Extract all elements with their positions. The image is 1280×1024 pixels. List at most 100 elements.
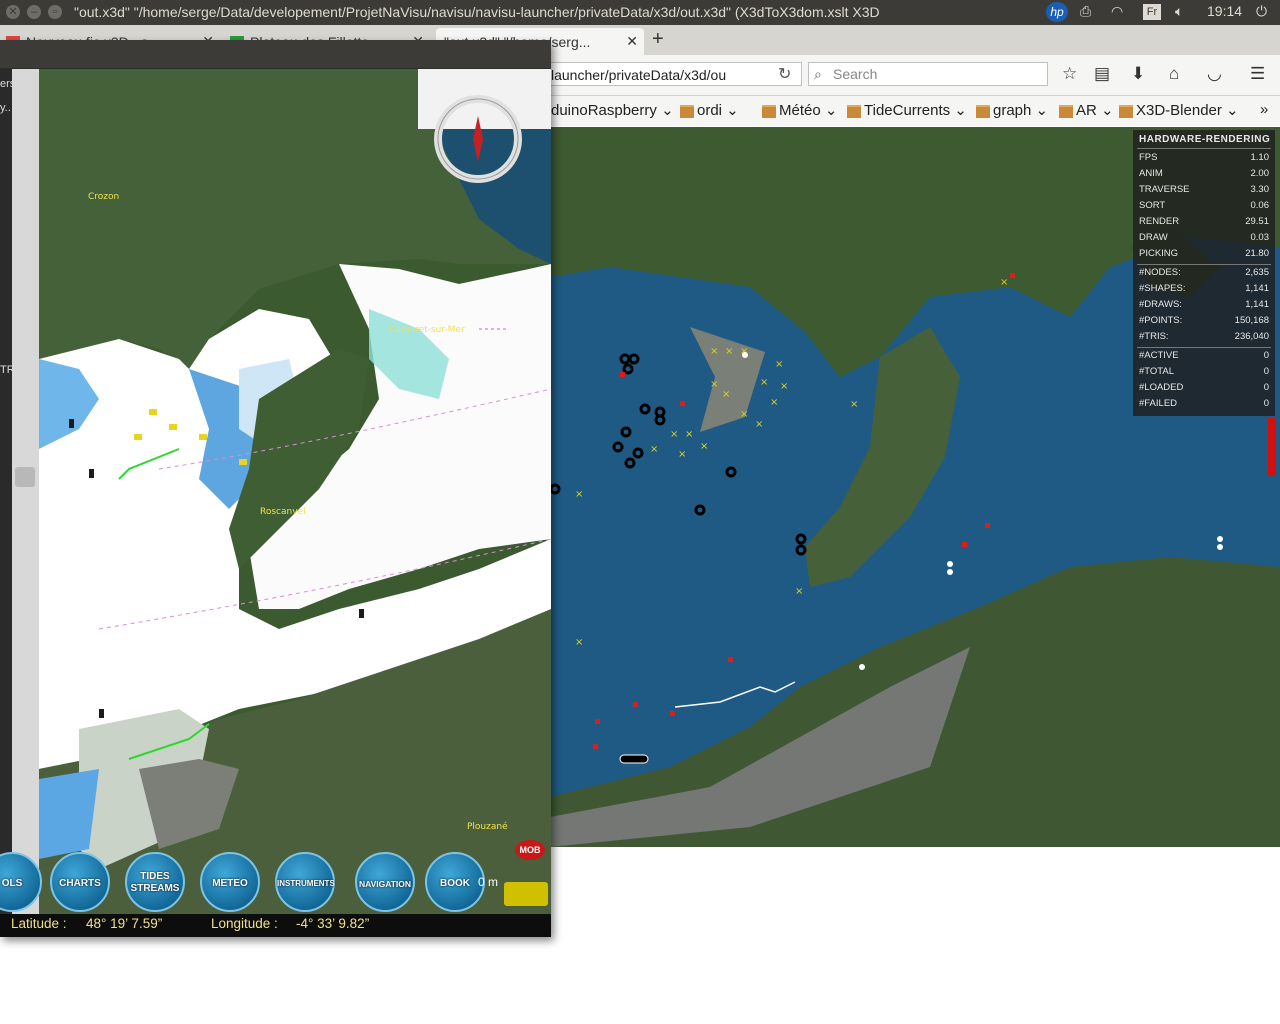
volume-icon[interactable]: 🔈︎ — [1175, 3, 1183, 20]
navisu-window: ers y.. TR Crozon Camaret-sur-Mer Roscan… — [0, 40, 551, 937]
search-icon: ⌕ — [814, 66, 822, 82]
stats-title: HARDWARE-RENDERING — [1139, 134, 1271, 145]
stat-row: TRAVERSE 3.30 — [1139, 184, 1269, 195]
svg-text:×: × — [775, 359, 783, 370]
svg-text:×: × — [700, 441, 708, 452]
settings-icon[interactable]: ⏻ — [1256, 3, 1267, 20]
bookmark-graph[interactable]: graph ⌄ — [976, 101, 1048, 119]
svg-text:×: × — [1000, 277, 1008, 288]
latitude-label: Latitude : — [11, 916, 67, 931]
minimize-window-icon[interactable]: – — [27, 5, 41, 19]
bookmark-duinoraspberry[interactable]: duinoRaspberry ⌄ — [551, 101, 674, 119]
chart-label-crozon: Crozon — [88, 192, 119, 202]
chart-label-camaret: Camaret-sur-Mer — [389, 325, 465, 335]
bookmark-ordi[interactable]: ordi ⌄ — [680, 101, 739, 119]
stat-row: #POINTS: 150,168 — [1139, 315, 1269, 326]
close-tab-icon[interactable]: ✕ — [626, 28, 638, 55]
keyboard-layout-indicator[interactable]: Fr — [1143, 4, 1161, 20]
menu-icon[interactable]: ☰ — [1250, 64, 1265, 84]
mob-label: MOB — [515, 840, 545, 860]
layers-icon[interactable] — [15, 467, 35, 487]
chart-label-plouzane: Plouzané — [467, 821, 508, 832]
nautical-chart: Crozon Camaret-sur-Mer Roscanvel Plouzan… — [39, 69, 551, 914]
stats-divider — [1137, 264, 1271, 265]
svg-text:×: × — [740, 409, 748, 420]
stats-divider — [1137, 148, 1271, 149]
navisu-title-bar[interactable] — [0, 40, 551, 68]
downloads-icon[interactable]: ⬇ — [1131, 64, 1145, 84]
meteo-button[interactable]: METEO — [200, 852, 260, 912]
scroll-indicator[interactable] — [1268, 418, 1276, 476]
stats-divider — [1137, 347, 1271, 348]
clock[interactable]: 19:14 — [1207, 3, 1242, 19]
bookmark-ar[interactable]: AR ⌄ — [1059, 101, 1114, 119]
url-bar[interactable]: launcher/privateData/x3d/ou — [540, 62, 802, 86]
mob-button[interactable]: MOB — [500, 840, 551, 910]
charts-button[interactable]: CHARTS — [50, 852, 110, 912]
new-tab-button[interactable]: + — [652, 28, 664, 51]
chart-label-roscanvel: Roscanvel — [260, 507, 306, 517]
stat-row: ANIM 2.00 — [1139, 168, 1269, 179]
stat-row: SORT 0.06 — [1139, 200, 1269, 211]
stat-row: #ACTIVE 0 — [1139, 350, 1269, 361]
hp-icon[interactable]: hp — [1046, 2, 1068, 22]
svg-text:×: × — [760, 377, 768, 388]
nautical-chart-view[interactable]: Crozon Camaret-sur-Mer Roscanvel Plouzan… — [39, 69, 551, 914]
stat-row: #FAILED 0 — [1139, 398, 1269, 409]
edge-text: y.. — [0, 102, 11, 114]
instruments-button[interactable]: INSTRUMENTS — [275, 852, 335, 912]
svg-text:×: × — [725, 346, 733, 357]
folder-icon — [976, 104, 990, 118]
svg-text:×: × — [770, 397, 778, 408]
search-input[interactable]: ⌕ Search — [808, 62, 1048, 86]
svg-text:×: × — [710, 379, 718, 390]
reload-icon[interactable]: ↻ — [778, 64, 791, 84]
pocket-icon[interactable]: ◡ — [1207, 64, 1222, 84]
svg-text:×: × — [575, 489, 583, 500]
folder-icon — [847, 104, 861, 118]
bookmark-meteo[interactable]: Météo ⌄ — [762, 101, 837, 119]
folder-icon — [1059, 104, 1073, 118]
svg-text:×: × — [710, 346, 718, 357]
svg-text:×: × — [685, 429, 693, 440]
bookmark-x3d-blender[interactable]: X3D-Blender ⌄ — [1119, 101, 1239, 119]
bookmark-tidecurrents[interactable]: TideCurrents ⌄ — [847, 101, 967, 119]
svg-text:×: × — [850, 399, 858, 410]
compass-icon[interactable] — [433, 94, 523, 184]
book-button[interactable]: BOOK — [425, 852, 485, 912]
stat-row: #TOTAL 0 — [1139, 366, 1269, 377]
latitude-value: 48° 19’ 7.59” — [86, 916, 163, 931]
folder-icon — [762, 104, 776, 118]
chart-side-rail[interactable] — [12, 69, 39, 914]
home-icon[interactable]: ⌂ — [1169, 64, 1179, 84]
navigation-button[interactable]: NAVIGATION — [355, 852, 415, 912]
longitude-label: Longitude : — [211, 916, 278, 931]
stat-row: FPS 1.10 — [1139, 152, 1269, 163]
longitude-value: -4° 33’ 9.82” — [296, 916, 370, 931]
stat-row: #NODES: 2,635 — [1139, 267, 1269, 278]
tides-streams-button[interactable]: TIDES STREAMS — [125, 852, 185, 912]
stat-row: #SHAPES: 1,141 — [1139, 283, 1269, 294]
reading-list-icon[interactable]: ▤ — [1094, 64, 1110, 84]
maximize-window-icon[interactable]: ▫ — [48, 5, 62, 19]
stat-row: #TRIS: 236,040 — [1139, 331, 1269, 342]
stat-row: PICKING 21.80 — [1139, 248, 1269, 259]
mob-box — [504, 882, 548, 906]
position-status-bar: Latitude : 48° 19’ 7.59” Longitude : -4°… — [0, 914, 551, 937]
bookmarks-overflow-icon[interactable]: » — [1260, 101, 1268, 118]
stat-row: RENDER 29.51 — [1139, 216, 1269, 227]
svg-text:×: × — [755, 419, 763, 430]
svg-text:×: × — [795, 586, 803, 597]
printer-icon[interactable]: ⎙ — [1080, 3, 1091, 20]
window-title: "out.x3d" "/home/serge/Data/developement… — [74, 4, 880, 20]
close-window-icon[interactable]: ✕ — [6, 5, 20, 19]
bookmark-star-icon[interactable]: ☆ — [1062, 64, 1077, 84]
left-edge-panel: ers y.. TR — [0, 68, 15, 892]
svg-text:×: × — [670, 429, 678, 440]
folder-icon — [680, 104, 694, 118]
wifi-icon[interactable]: ◠ — [1111, 3, 1123, 20]
stat-row: DRAW 0.03 — [1139, 232, 1269, 243]
scale-text: 0 m — [478, 875, 499, 889]
svg-text:×: × — [678, 449, 686, 460]
stat-row: #DRAWS: 1,141 — [1139, 299, 1269, 310]
